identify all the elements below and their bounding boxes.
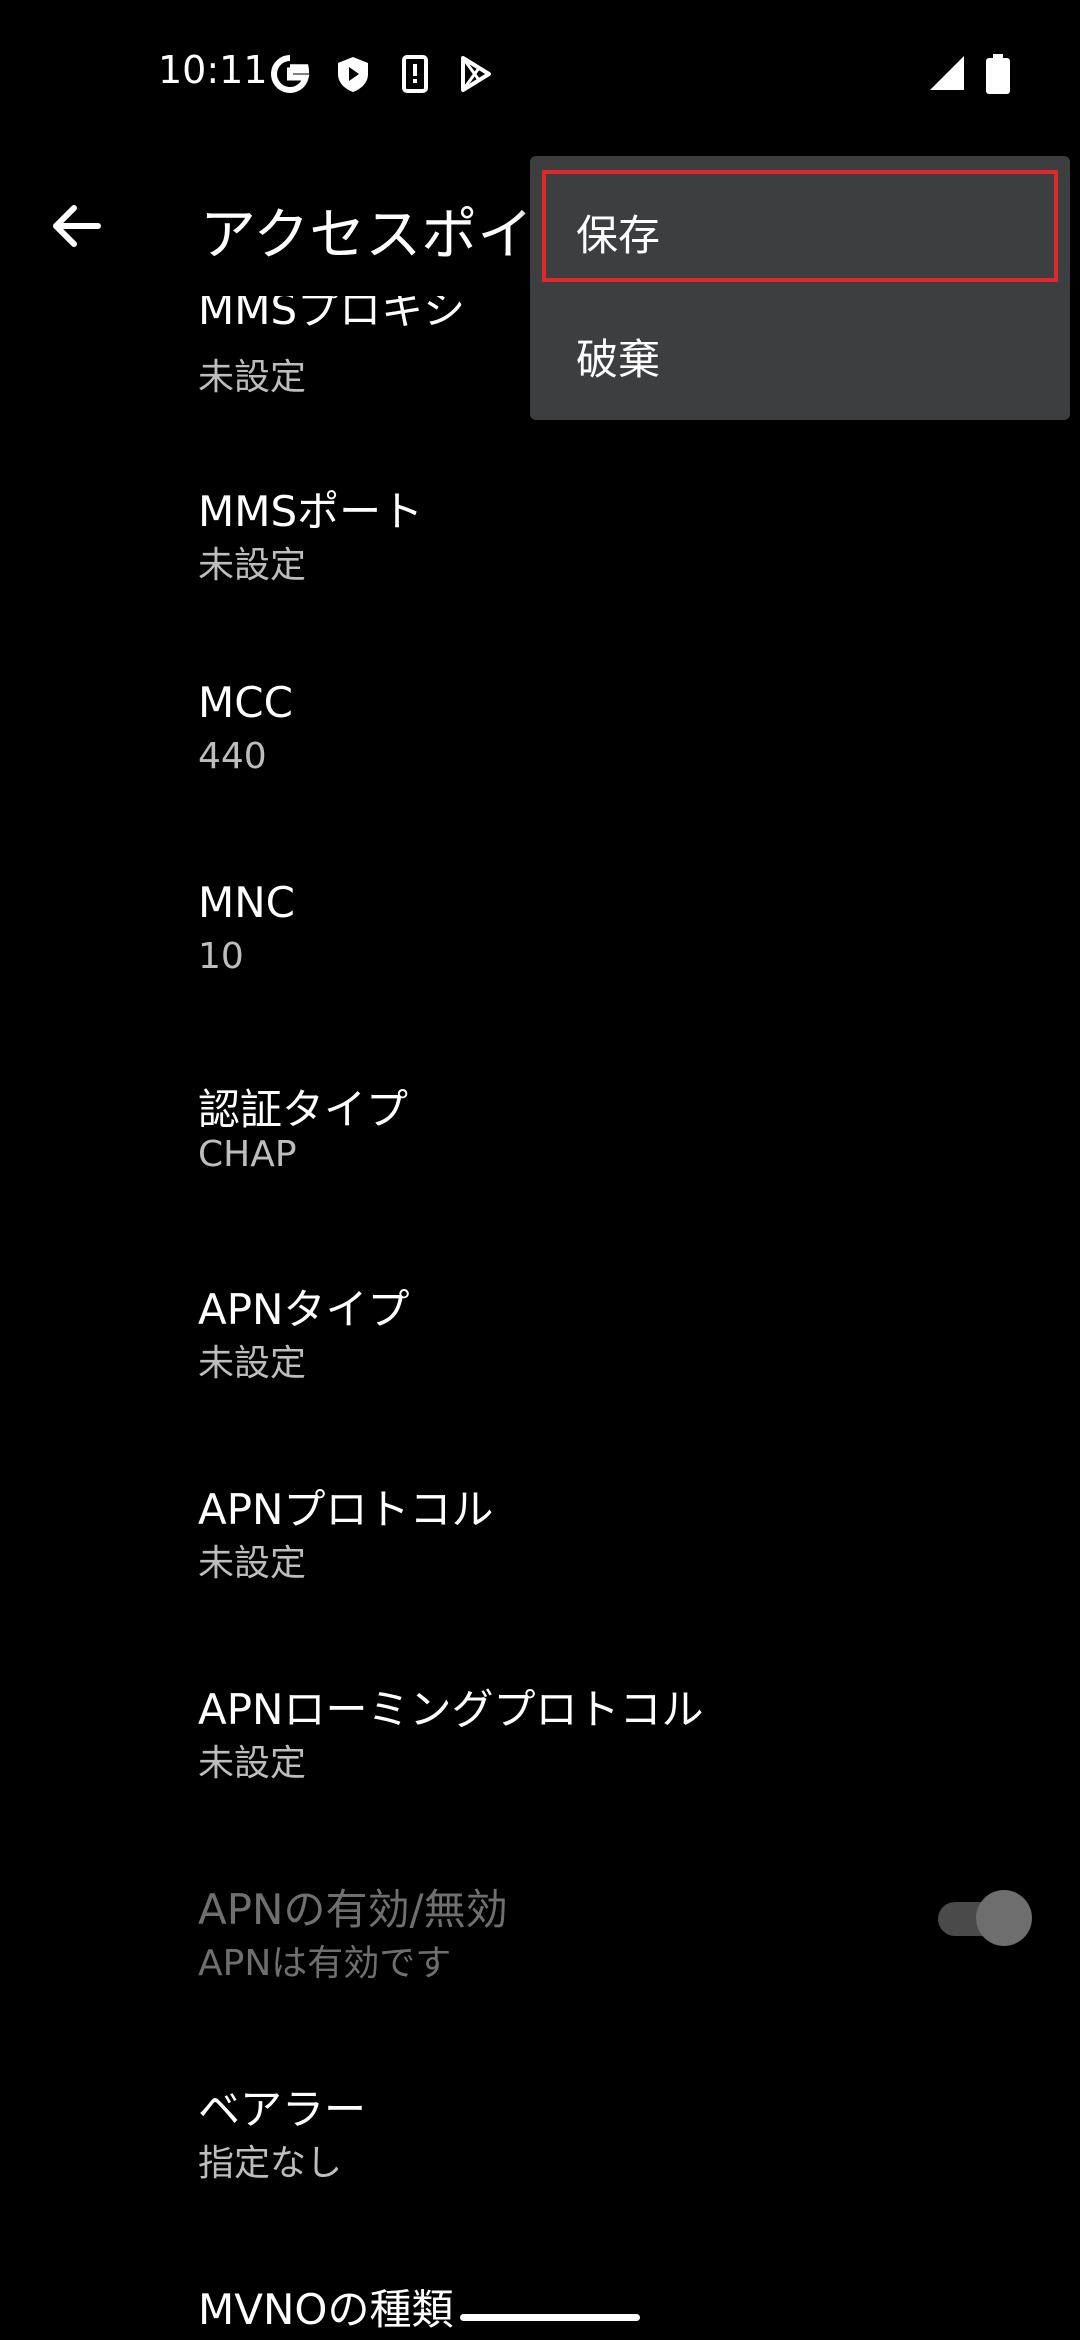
item-summary: 未設定 bbox=[198, 1743, 307, 1784]
item-title: MMSプロキシ bbox=[198, 296, 466, 334]
menu-label: 破棄 bbox=[576, 335, 661, 384]
item-title: APNローミングプロトコル bbox=[198, 1685, 704, 1734]
item-summary: 440 bbox=[198, 736, 267, 777]
menu-label: 保存 bbox=[576, 211, 661, 260]
back-button[interactable] bbox=[36, 186, 116, 266]
item-summary: APNは有効です bbox=[198, 1943, 452, 1984]
item-summary: 指定なし bbox=[198, 2143, 343, 2184]
item-summary: 未設定 bbox=[198, 1343, 307, 1384]
list-item[interactable]: APNプロトコル 未設定 bbox=[0, 1476, 1080, 1676]
item-summary: 未設定 bbox=[198, 357, 307, 396]
item-title: MVNOの種類 bbox=[198, 2285, 454, 2334]
list-item[interactable]: MCC 440 bbox=[0, 678, 1080, 878]
item-summary: 10 bbox=[198, 936, 244, 977]
list-item[interactable]: ベアラー 指定なし bbox=[0, 2076, 1080, 2276]
list-item[interactable]: MVNOの種類 bbox=[0, 2276, 1080, 2340]
menu-item-save[interactable]: 保存 bbox=[542, 170, 1058, 282]
item-summary: CHAP bbox=[198, 1134, 297, 1175]
apn-enable-toggle[interactable] bbox=[938, 1888, 1032, 1946]
menu-item-discard[interactable]: 破棄 bbox=[530, 296, 1070, 416]
item-title: MCC bbox=[198, 678, 293, 727]
overflow-menu: 保存 破棄 bbox=[530, 156, 1070, 420]
arrow-back-icon bbox=[53, 205, 101, 247]
list-item[interactable]: APNタイプ 未設定 bbox=[0, 1276, 1080, 1476]
item-title: MMSポート bbox=[198, 487, 424, 536]
item-summary: 未設定 bbox=[198, 545, 307, 586]
page-title: アクセスポイ bbox=[200, 203, 534, 268]
toggle-thumb bbox=[976, 1890, 1032, 1946]
item-title: 認証タイプ bbox=[198, 1085, 409, 1134]
gesture-nav-handle[interactable] bbox=[460, 2314, 640, 2321]
item-title: APNの有効/無効 bbox=[198, 1885, 508, 1934]
item-title: ベアラー bbox=[198, 2085, 367, 2134]
list-item[interactable]: 認証タイプ CHAP bbox=[0, 1076, 1080, 1276]
item-title: APNタイプ bbox=[198, 1285, 410, 1334]
item-summary: 未設定 bbox=[198, 1543, 307, 1584]
list-item-apn-toggle[interactable]: APNの有効/無効 APNは有効です bbox=[0, 1876, 1080, 2076]
list-item[interactable]: APNローミングプロトコル 未設定 bbox=[0, 1676, 1080, 1876]
list-item[interactable]: MMSポート 未設定 bbox=[0, 478, 1080, 678]
list-item[interactable]: MNC 10 bbox=[0, 878, 1080, 1078]
item-title: MNC bbox=[198, 878, 295, 927]
item-title: APNプロトコル bbox=[198, 1485, 494, 1534]
